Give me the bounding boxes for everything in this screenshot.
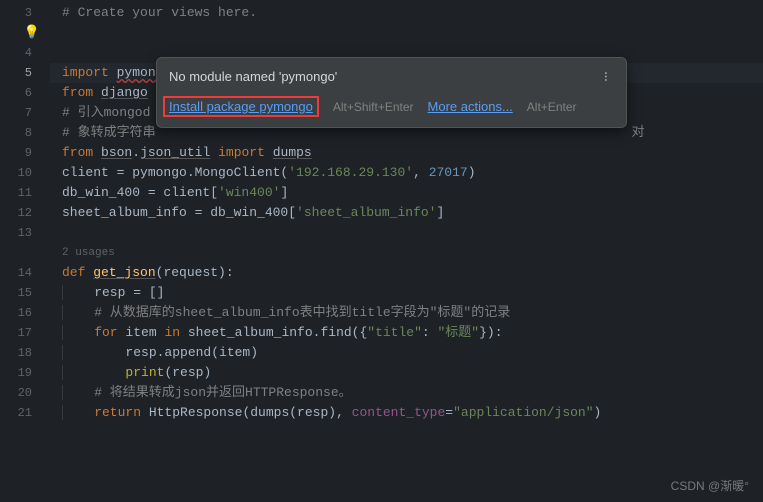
code-line[interactable]: client = pymongo.MongoClient('192.168.29… — [50, 163, 763, 183]
code-text: ) — [594, 405, 602, 420]
keyword-for: for — [63, 325, 125, 340]
keyword-return: return — [63, 405, 149, 420]
code-line[interactable]: resp.append(item) — [50, 343, 763, 363]
string-literal: "application/json" — [453, 405, 593, 420]
code-text: ] — [280, 185, 288, 200]
code-line[interactable]: def get_json(request): — [50, 263, 763, 283]
code-line[interactable]: from bson.json_util import dumps — [50, 143, 763, 163]
line-number: 9 — [0, 143, 50, 163]
code-text: ] — [436, 205, 444, 220]
code-text: client = pymongo.MongoClient( — [62, 165, 288, 180]
line-number: 16 — [0, 303, 50, 323]
shortcut-hint: Alt+Shift+Enter — [333, 100, 414, 114]
string-literal: "标题" — [438, 325, 480, 340]
code-line[interactable]: print(resp) — [50, 363, 763, 383]
keyword-from: from — [62, 145, 93, 160]
more-icon[interactable]: ... — [600, 71, 618, 81]
line-number: 6 — [0, 83, 50, 103]
usages-hint[interactable]: 2 usages — [50, 243, 763, 263]
line-number: 15 — [0, 283, 50, 303]
code-line[interactable] — [50, 23, 763, 43]
string-literal: 'sheet_album_info' — [296, 205, 436, 220]
code-text: = — [445, 405, 453, 420]
module-jsonutil: json_util — [140, 145, 210, 160]
code-text: : — [422, 325, 438, 340]
code-text: }): — [479, 325, 502, 340]
line-number: 14 — [0, 263, 50, 283]
string-literal: "title" — [367, 325, 422, 340]
line-number: 13 — [0, 223, 50, 243]
line-number: 19 — [0, 363, 50, 383]
keyword-def: def — [62, 265, 93, 280]
keyword-from: from — [62, 85, 93, 100]
comment: # 从数据库的sheet_album_info表中找到title字段为"标题"的… — [63, 305, 510, 320]
code-line[interactable]: # 从数据库的sheet_album_info表中找到title字段为"标题"的… — [50, 303, 763, 323]
shortcut-hint: Alt+Enter — [527, 100, 577, 114]
watermark: CSDN @渐暖° — [671, 477, 749, 494]
code-text: sheet_album_info = db_win_400[ — [62, 205, 296, 220]
tooltip-message: No module named 'pymongo' — [169, 69, 604, 84]
line-number: 8 — [0, 123, 50, 143]
module-django: django — [101, 85, 148, 100]
comment: # 将结果转成json并返回HTTPResponse。 — [63, 385, 352, 400]
line-number: 18 — [0, 343, 50, 363]
code-line[interactable] — [50, 223, 763, 243]
string-literal: 'win400' — [218, 185, 280, 200]
code-text: sheet_album_info.find({ — [188, 325, 367, 340]
line-number: 10 — [0, 163, 50, 183]
line-number: 21 — [0, 403, 50, 423]
symbol-dumps: dumps — [273, 145, 312, 160]
code-text — [63, 365, 125, 380]
comment: 对 — [632, 125, 645, 140]
line-number: 12 — [0, 203, 50, 223]
code-text: item — [125, 325, 164, 340]
code-line[interactable]: resp = [] — [50, 283, 763, 303]
lightbulb-icon[interactable]: 💡 — [0, 23, 50, 43]
comment: # Create your views here. — [62, 5, 257, 20]
module-bson: bson — [101, 145, 132, 160]
code-line[interactable]: return HttpResponse(dumps(resp), content… — [50, 403, 763, 423]
code-line[interactable]: db_win_400 = client['win400'] — [50, 183, 763, 203]
function-name: get_json — [93, 265, 155, 280]
code-line[interactable]: for item in sheet_album_info.find({"titl… — [50, 323, 763, 343]
line-number: 7 — [0, 103, 50, 123]
keyword-in: in — [164, 325, 187, 340]
code-line[interactable]: sheet_album_info = db_win_400['sheet_alb… — [50, 203, 763, 223]
keyword-import: import — [62, 65, 109, 80]
keyword-import: import — [218, 145, 265, 160]
error-tooltip: No module named 'pymongo' ... Install pa… — [156, 57, 627, 128]
install-package-link[interactable]: Install package pymongo — [163, 96, 319, 117]
code-text: db_win_400 = client[ — [62, 185, 218, 200]
builtin-print: print — [125, 365, 164, 380]
more-actions-link[interactable]: More actions... — [428, 99, 513, 114]
kwarg-content-type: content_type — [352, 405, 446, 420]
comment: # 象转成字符串 — [62, 125, 156, 140]
line-number: 20 — [0, 383, 50, 403]
code-text: (dumps(resp), — [242, 405, 351, 420]
code-text: resp.append(item) — [63, 345, 258, 360]
comment: # 引入mongod — [62, 105, 150, 120]
line-number: 17 — [0, 323, 50, 343]
code-text: (request): — [156, 265, 234, 280]
line-number — [0, 243, 50, 263]
code-text: , — [413, 165, 429, 180]
dot: . — [132, 145, 140, 160]
line-number: 4 — [0, 43, 50, 63]
line-number: 3 — [0, 3, 50, 23]
code-text: ) — [468, 165, 476, 180]
code-text: resp = [] — [63, 285, 164, 300]
code-line[interactable]: # 将结果转成json并返回HTTPResponse。 — [50, 383, 763, 403]
code-text: (resp) — [164, 365, 211, 380]
string-literal: '192.168.29.130' — [288, 165, 413, 180]
class-httpresponse: HttpResponse — [149, 405, 243, 420]
gutter: 3 💡 4 5 6 7 8 9 10 11 12 13 14 15 16 17 … — [0, 0, 50, 502]
line-number: 5 — [0, 63, 50, 83]
line-number: 11 — [0, 183, 50, 203]
code-line[interactable]: # Create your views here. — [50, 3, 763, 23]
number-literal: 27017 — [429, 165, 468, 180]
